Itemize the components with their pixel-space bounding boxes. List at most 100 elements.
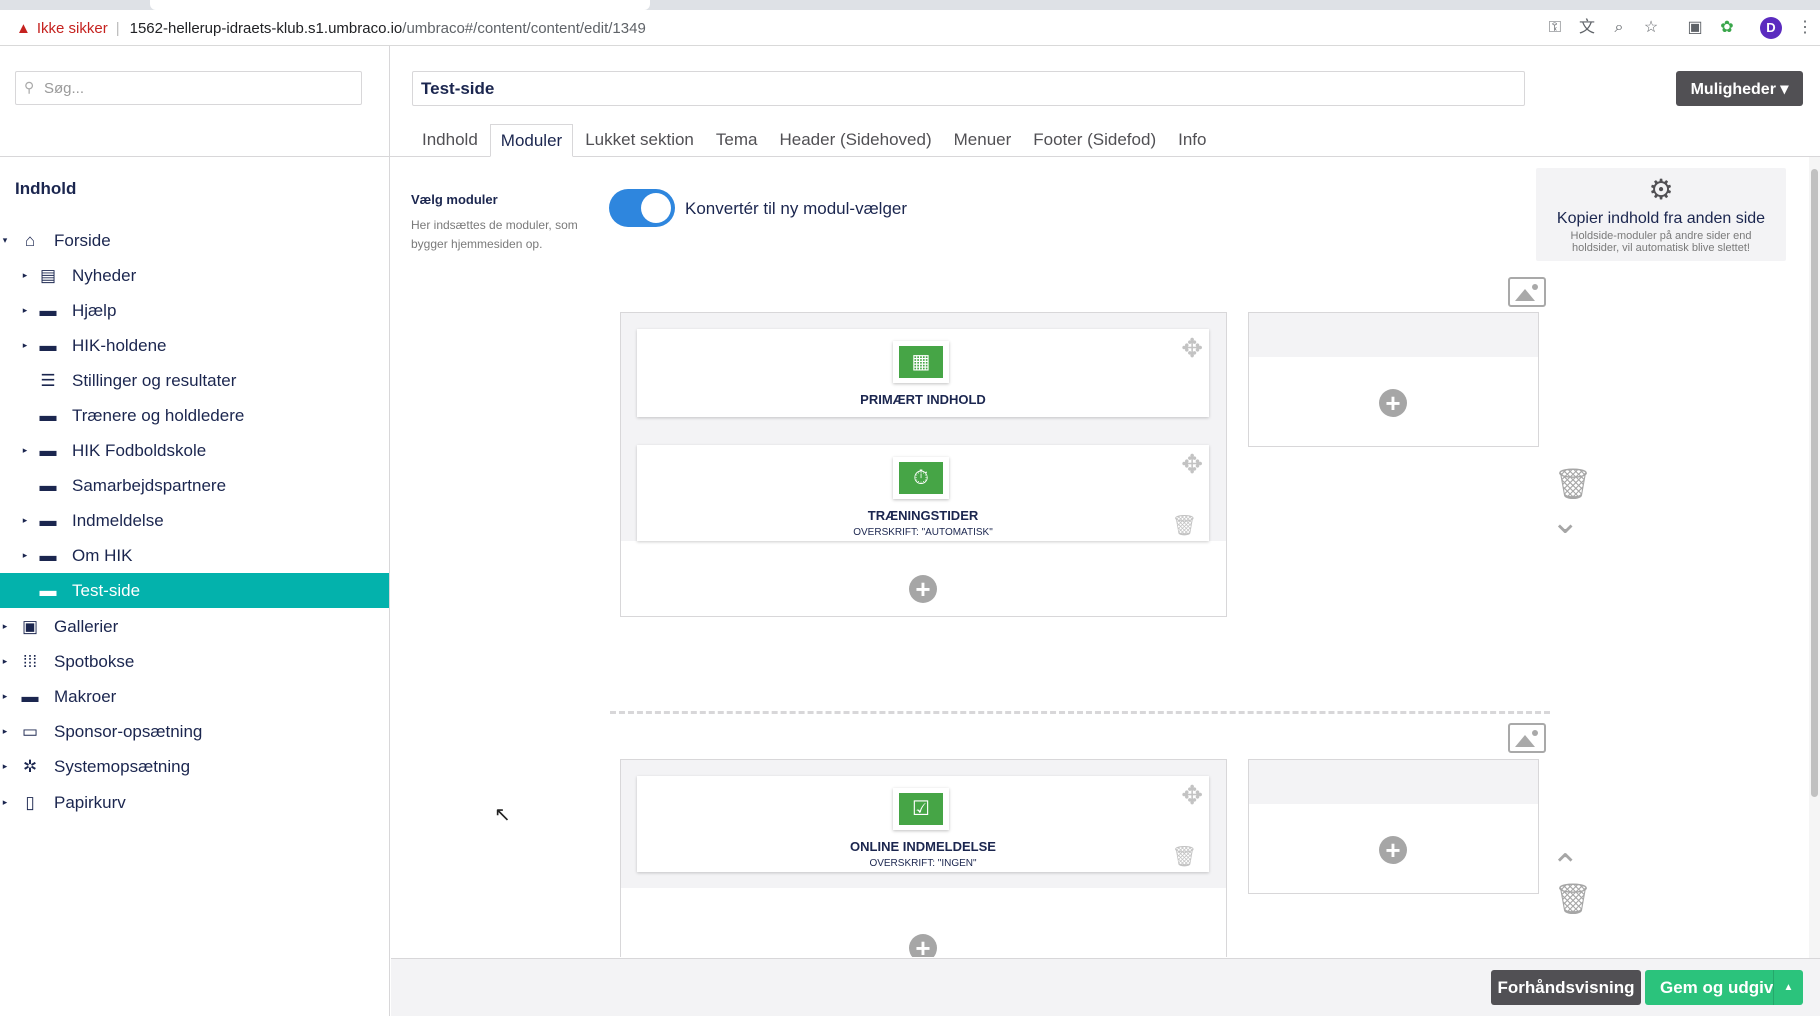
zoom-icon[interactable]: ⌕ (1608, 17, 1630, 39)
editor-content: Vælg moduler Her indsættes de moduler, s… (391, 157, 1811, 957)
scrollbar-thumb[interactable] (1811, 169, 1818, 797)
actions-button[interactable]: Muligheder ▾ (1676, 71, 1803, 106)
save-publish-button[interactable]: Gem og udgiv ▲ (1645, 970, 1803, 1005)
module-subtitle: OVERSKRIFT: "AUTOMATISK" (853, 527, 993, 538)
move-icon[interactable]: ✥ (1181, 333, 1203, 364)
tab-menuer[interactable]: Menuer (944, 124, 1022, 157)
caret-right-icon[interactable]: ▸ (20, 270, 30, 281)
trash-icon[interactable]: 🗑 (1172, 513, 1197, 538)
add-module-icon[interactable]: + (909, 575, 937, 603)
caret-right-icon[interactable]: ▸ (0, 621, 10, 632)
module-name: TRÆNINGSTIDER (867, 508, 979, 523)
tree-item[interactable]: ▸ ▭ Sponsor-opsætning (0, 714, 389, 749)
caret-right-icon[interactable]: ▸ (20, 550, 30, 561)
tree-item[interactable]: ▸ ▤ Nyheder (0, 258, 389, 293)
tree-item[interactable]: ▸ ▬ Om HIK (0, 538, 389, 573)
newspaper-icon: ▤ (39, 265, 57, 285)
tab-lukket-sektion[interactable]: Lukket sektion (575, 124, 704, 157)
module-card[interactable]: ▦ PRIMÆRT INDHOLD ✥ (637, 329, 1209, 417)
add-module-icon[interactable]: + (909, 934, 937, 957)
browser-tab[interactable] (150, 0, 650, 10)
tree-item[interactable]: ☰ Stillinger og resultater (0, 363, 389, 398)
tree-item[interactable]: ▸ ▬ HIK-holdene (0, 328, 389, 363)
scrollbar[interactable] (1809, 157, 1820, 958)
sidebar: ⚲ Indhold ▾ ⌂ Forside ▸ ▤ Nyheder ▸ ▬ Hjælp ▸ ▬ HIK… (0, 46, 390, 1016)
caret-right-icon[interactable]: ▸ (0, 726, 10, 737)
url-host[interactable]: 1562-hellerup-idraets-klub.s1.umbraco.io (130, 20, 403, 37)
caret-down-icon[interactable]: ▾ (0, 235, 10, 246)
tab-tema[interactable]: Tema (706, 124, 768, 157)
image-icon[interactable] (1508, 723, 1546, 753)
caret-right-icon[interactable]: ▸ (0, 656, 10, 667)
preview-button[interactable]: Forhåndsvisning (1491, 970, 1641, 1005)
trash-icon[interactable]: 🗑 (1172, 844, 1197, 869)
tree-item[interactable]: ▸ ▬ Makroer (0, 679, 389, 714)
tree-item[interactable]: ▸ ▣ Gallerier (0, 609, 389, 644)
sponsor-icon: ▭ (21, 721, 39, 741)
home-icon: ⌂ (24, 230, 36, 250)
chevron-up-icon[interactable]: ⌃ (1551, 847, 1580, 887)
folder-icon: ▬ (39, 300, 57, 320)
folder-icon: ▬ (39, 335, 57, 355)
caret-right-icon[interactable]: ▸ (0, 797, 10, 808)
move-icon[interactable]: ✥ (1181, 780, 1203, 811)
side-column: + (1248, 759, 1539, 894)
toggle-label[interactable]: Konvertér til ny modul-vælger (685, 199, 907, 219)
star-icon[interactable]: ☆ (1640, 17, 1662, 39)
row-divider (610, 711, 1550, 714)
tree-item[interactable]: ▬ Trænere og holdledere (0, 398, 389, 433)
tree-item[interactable]: ▸ ▯ Papirkurv (0, 785, 389, 820)
extension-icon[interactable]: ▣ (1684, 17, 1706, 39)
security-warning[interactable]: Ikke sikker (37, 20, 108, 37)
move-icon[interactable]: ✥ (1181, 449, 1203, 480)
gallery-icon: ▣ (21, 616, 39, 636)
gear-icon: ⚙ (1648, 174, 1674, 205)
module-card[interactable]: ⏱ TRÆNINGSTIDER OVERSKRIFT: "AUTOMATISK"… (637, 445, 1209, 541)
tree-item[interactable]: ▸ ▬ HIK Fodboldskole (0, 433, 389, 468)
tab-moduler[interactable]: Moduler (489, 124, 574, 157)
chevron-down-icon[interactable]: ⌄ (1551, 502, 1580, 542)
warning-icon: ▲ (16, 19, 31, 37)
tree-item[interactable]: ▸ ▬ Indmeldelse (0, 503, 389, 538)
tree-item[interactable]: ▸ ✲ Systemopsætning (0, 749, 389, 784)
folder-icon: ▬ (39, 545, 57, 565)
tab-header-sidehoved-[interactable]: Header (Sidehoved) (769, 124, 941, 157)
profile-avatar[interactable]: D (1760, 17, 1782, 39)
convert-toggle[interactable] (609, 189, 675, 227)
tree-item-label: Om HIK (72, 545, 133, 565)
section-title: Indhold (15, 179, 77, 198)
tree-item[interactable]: ▬ Test-side (0, 573, 389, 608)
copy-content-button[interactable]: ⚙ Kopier indhold fra anden side Holdside… (1536, 168, 1786, 261)
tab-footer-sidefod-[interactable]: Footer (Sidefod) (1023, 124, 1166, 157)
tree-item[interactable]: ▸ ▬ Hjælp (0, 293, 389, 328)
tree-item-label: Papirkurv (54, 792, 126, 812)
trash-icon[interactable]: 🗑 (1554, 882, 1592, 917)
tab-indhold[interactable]: Indhold (412, 124, 488, 157)
address-bar[interactable]: ▲ Ikke sikker | 1562-hellerup-idraets-kl… (16, 16, 646, 40)
trash-icon[interactable]: 🗑 (1554, 467, 1592, 502)
chevron-up-icon[interactable]: ▲ (1773, 970, 1803, 1005)
tab-info[interactable]: Info (1168, 124, 1216, 157)
tree-item[interactable]: ▬ Samarbejdspartnere (0, 468, 389, 503)
caret-right-icon[interactable]: ▸ (20, 305, 30, 316)
tree-item-label: Gallerier (54, 616, 119, 636)
caret-right-icon[interactable]: ▸ (20, 340, 30, 351)
caret-right-icon[interactable]: ▸ (0, 761, 10, 772)
url-path[interactable]: /umbraco#/content/content/edit/1349 (402, 20, 646, 37)
key-icon[interactable]: ⚿ (1544, 17, 1566, 39)
module-card[interactable]: ☑ ONLINE INDMELDELSE OVERSKRIFT: "INGEN"… (637, 776, 1209, 872)
search-input[interactable] (15, 71, 362, 105)
add-module-icon[interactable]: + (1379, 836, 1407, 864)
tree-item[interactable]: ▾ ⌂ Forside (0, 223, 389, 258)
caret-right-icon[interactable]: ▸ (20, 445, 30, 456)
document-name-input[interactable] (412, 71, 1525, 106)
caret-right-icon[interactable]: ▸ (20, 515, 30, 526)
menu-icon[interactable]: ⋮ (1794, 17, 1816, 39)
copy-box-title: Kopier indhold fra anden side (1556, 210, 1766, 227)
add-module-icon[interactable]: + (1379, 389, 1407, 417)
extension-icon[interactable]: ✿ (1716, 17, 1738, 39)
translate-icon[interactable]: 文 (1576, 17, 1598, 39)
caret-right-icon[interactable]: ▸ (0, 691, 10, 702)
image-icon[interactable] (1508, 277, 1546, 307)
tree-item[interactable]: ▸ ⁞⁞⁞ Spotbokse (0, 644, 389, 679)
